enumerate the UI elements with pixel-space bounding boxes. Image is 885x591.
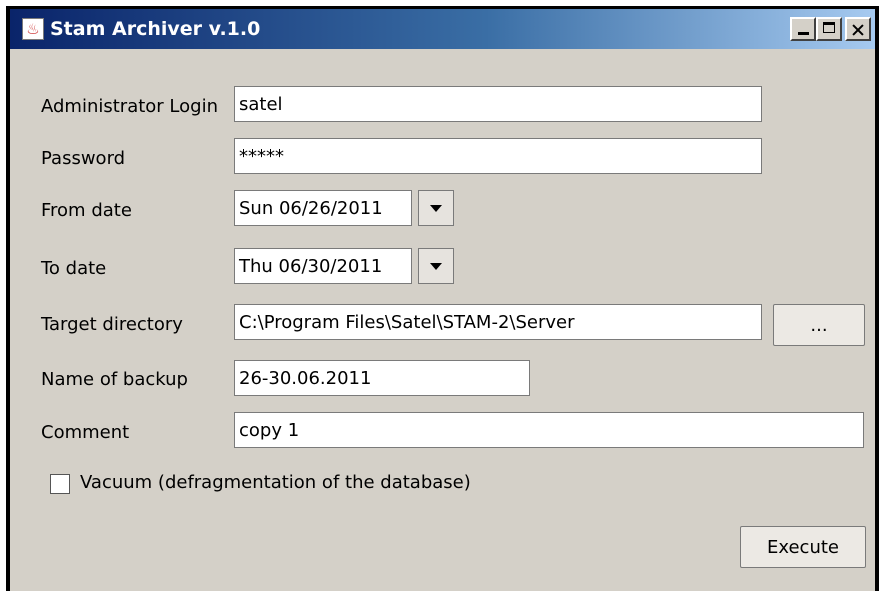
window-controls bbox=[790, 17, 871, 41]
vacuum-label[interactable]: Vacuum (defragmentation of the database) bbox=[80, 472, 471, 493]
chevron-down-icon bbox=[430, 204, 442, 212]
app-window: ♨ Stam Archiver v.1.0 Administrator Logi… bbox=[6, 6, 879, 591]
target-directory-input[interactable]: C:\Program Files\Satel\STAM-2\Server bbox=[234, 304, 762, 340]
browse-button[interactable]: ... bbox=[773, 304, 865, 346]
backup-name-input[interactable]: 26-30.06.2011 bbox=[234, 360, 530, 396]
window-title: Stam Archiver v.1.0 bbox=[50, 18, 261, 40]
comment-input[interactable]: copy 1 bbox=[234, 412, 864, 448]
to-date-label: To date bbox=[41, 258, 107, 279]
backup-name-label: Name of backup bbox=[41, 369, 188, 390]
password-input[interactable]: ***** bbox=[234, 138, 762, 174]
vacuum-checkbox[interactable] bbox=[50, 474, 70, 494]
java-app-icon[interactable]: ♨ bbox=[22, 18, 44, 40]
login-label: Administrator Login bbox=[41, 96, 218, 117]
from-date-field[interactable]: Sun 06/26/2011 bbox=[234, 190, 412, 226]
maximize-button[interactable] bbox=[816, 17, 842, 41]
close-button[interactable] bbox=[845, 17, 871, 41]
from-date-dropdown-button[interactable] bbox=[418, 190, 454, 226]
chevron-down-icon bbox=[430, 262, 442, 270]
execute-button[interactable]: Execute bbox=[740, 526, 866, 568]
from-date-label: From date bbox=[41, 200, 132, 221]
login-input[interactable]: satel bbox=[234, 86, 762, 122]
to-date-dropdown-button[interactable] bbox=[418, 248, 454, 284]
title-bar[interactable]: ♨ Stam Archiver v.1.0 bbox=[10, 9, 875, 49]
target-directory-label: Target directory bbox=[41, 314, 183, 335]
minimize-button[interactable] bbox=[790, 17, 816, 41]
to-date-field[interactable]: Thu 06/30/2011 bbox=[234, 248, 412, 284]
password-label: Password bbox=[41, 148, 126, 169]
comment-label: Comment bbox=[41, 422, 130, 443]
